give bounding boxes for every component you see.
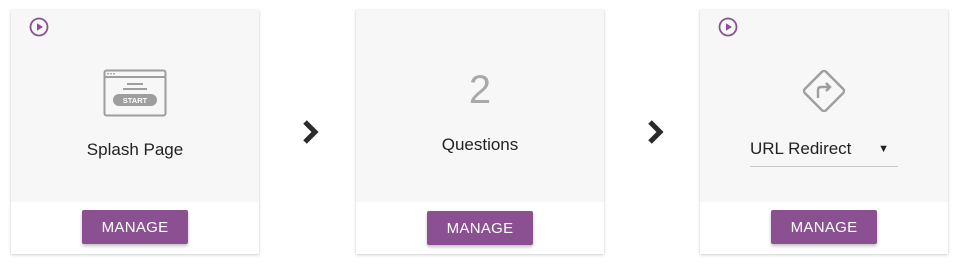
manage-button[interactable]: MANAGE: [771, 210, 877, 244]
flow-builder: START Splash Page MANAGE 2 Questions MAN…: [0, 0, 960, 265]
card-body: 2 Questions: [356, 10, 604, 202]
question-count: 2: [468, 68, 492, 112]
redirect-type-select[interactable]: URL Redirect ▼: [750, 138, 898, 167]
redirect-sign-icon: [802, 69, 846, 113]
questions-card: 2 Questions MANAGE: [356, 10, 604, 254]
card-title: Questions: [441, 135, 519, 154]
chevron-right-icon: [648, 120, 664, 144]
play-icon[interactable]: [717, 16, 739, 38]
card-title: Splash Page: [86, 140, 184, 159]
caret-down-icon: ▼: [878, 143, 889, 155]
card-body: START Splash Page: [11, 10, 259, 202]
splash-page-card: START Splash Page MANAGE: [11, 10, 259, 254]
chevron-right-icon: [303, 120, 319, 144]
splash-start-icon: START: [103, 69, 167, 117]
select-value: URL Redirect: [750, 139, 852, 158]
url-redirect-card: URL Redirect ▼ MANAGE: [700, 10, 948, 254]
splash-icon-text: START: [123, 96, 148, 105]
card-body: URL Redirect ▼: [700, 10, 948, 202]
manage-button[interactable]: MANAGE: [427, 211, 533, 245]
play-icon[interactable]: [28, 16, 50, 38]
manage-button[interactable]: MANAGE: [82, 210, 188, 244]
